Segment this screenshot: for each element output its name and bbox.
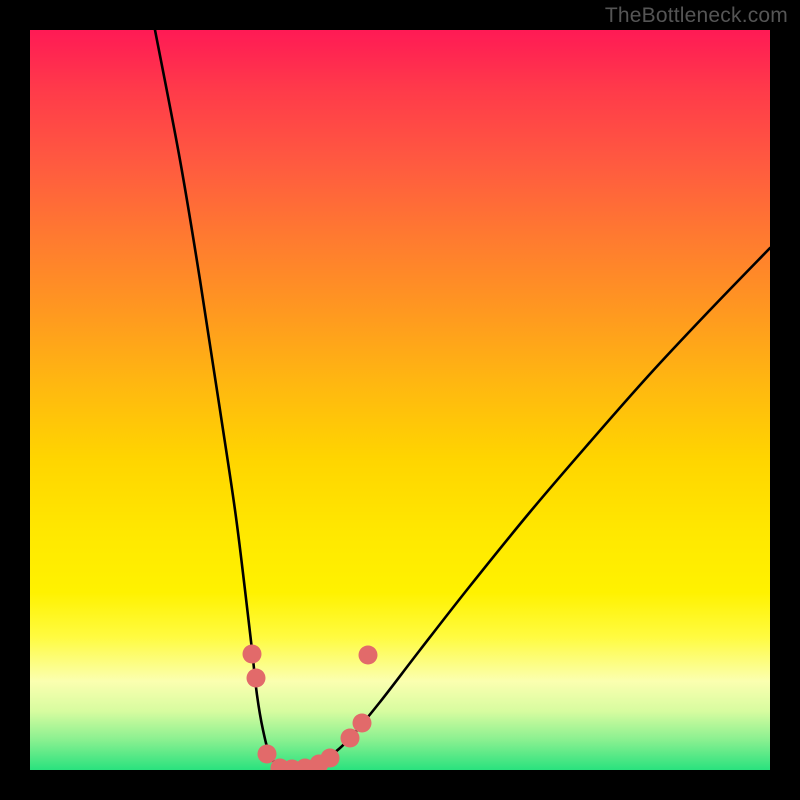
- curve-left-curve: [155, 30, 292, 770]
- marker-point: [258, 745, 277, 764]
- plot-area: [30, 30, 770, 770]
- marker-point: [359, 646, 378, 665]
- marker-point: [321, 749, 340, 768]
- marker-point: [247, 669, 266, 688]
- marker-point: [341, 729, 360, 748]
- chart-frame: TheBottleneck.com: [0, 0, 800, 800]
- curve-overlay: [30, 30, 770, 770]
- curve-right-curve: [292, 248, 770, 770]
- marker-point: [353, 714, 372, 733]
- marker-point: [243, 645, 262, 664]
- marker-group: [243, 645, 378, 771]
- watermark-text: TheBottleneck.com: [605, 4, 788, 28]
